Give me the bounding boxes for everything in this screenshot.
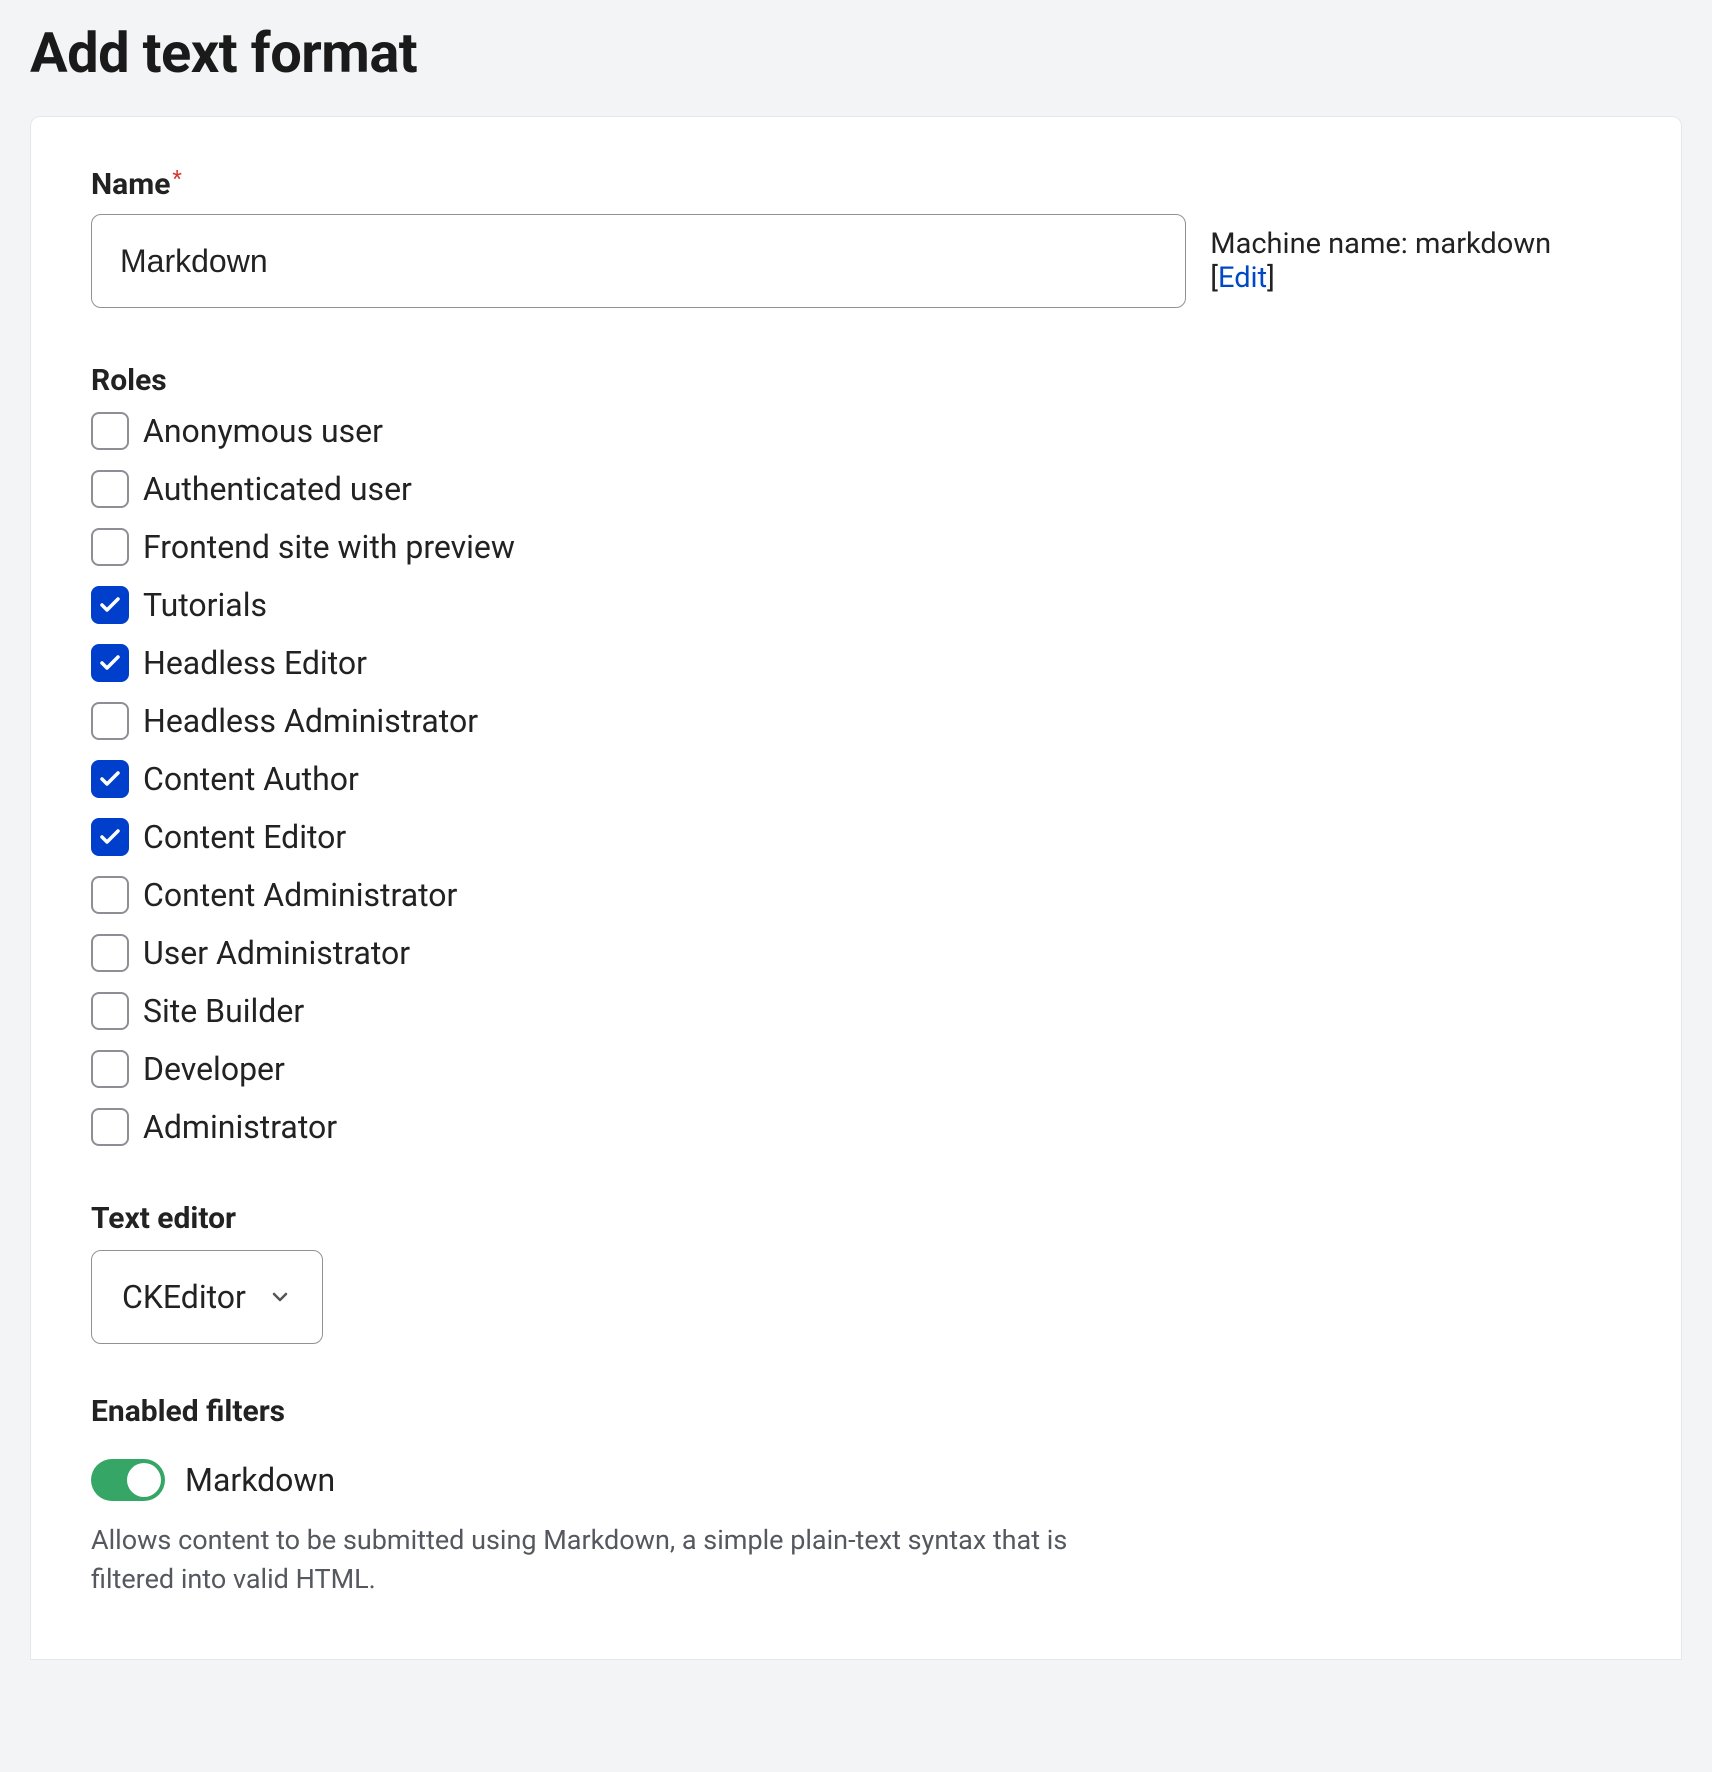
role-checkbox[interactable]	[91, 760, 129, 798]
role-checkbox[interactable]	[91, 702, 129, 740]
role-checkbox[interactable]	[91, 528, 129, 566]
role-label[interactable]: Administrator	[143, 1108, 337, 1146]
role-checkbox[interactable]	[91, 992, 129, 1030]
text-editor-label: Text editor	[91, 1201, 1621, 1236]
role-row: Headless Editor	[91, 644, 1621, 682]
machine-name-bracket-close: ]	[1267, 261, 1275, 295]
page-title: Add text format	[30, 20, 1682, 86]
role-label[interactable]: User Administrator	[143, 934, 410, 972]
name-label-text: Name	[91, 167, 170, 202]
role-label[interactable]: Tutorials	[143, 586, 267, 624]
role-label[interactable]: Content Author	[143, 760, 359, 798]
filter-description: Allows content to be submitted using Mar…	[91, 1521, 1091, 1599]
role-row: Content Editor	[91, 818, 1621, 856]
chevron-down-icon	[268, 1285, 292, 1309]
role-row: Content Author	[91, 760, 1621, 798]
role-checkbox[interactable]	[91, 412, 129, 450]
role-row: Tutorials	[91, 586, 1621, 624]
role-checkbox[interactable]	[91, 1050, 129, 1088]
role-row: Frontend site with preview	[91, 528, 1621, 566]
role-checkbox[interactable]	[91, 818, 129, 856]
role-checkbox[interactable]	[91, 470, 129, 508]
role-label[interactable]: Developer	[143, 1050, 285, 1088]
roles-label: Roles	[91, 363, 1621, 398]
roles-list: Anonymous user Authenticated user Frontend…	[91, 412, 1621, 1146]
machine-name-value: markdown	[1415, 227, 1551, 261]
role-label[interactable]: Site Builder	[143, 992, 304, 1030]
role-label[interactable]: Content Administrator	[143, 876, 457, 914]
role-checkbox[interactable]	[91, 876, 129, 914]
name-label: Name*	[91, 167, 1621, 202]
required-indicator: *	[172, 167, 181, 192]
name-input[interactable]	[91, 214, 1186, 308]
role-row: Anonymous user	[91, 412, 1621, 450]
machine-name-edit-link[interactable]: Edit	[1218, 261, 1267, 295]
form-card: Name* Machine name: markdown [Edit] Role…	[30, 116, 1682, 1660]
role-row: Site Builder	[91, 992, 1621, 1030]
role-row: Authenticated user	[91, 470, 1621, 508]
role-row: Content Administrator	[91, 876, 1621, 914]
role-checkbox[interactable]	[91, 644, 129, 682]
text-editor-select[interactable]: CKEditor	[91, 1250, 323, 1344]
machine-name-prefix: Machine name:	[1210, 227, 1415, 261]
toggle-knob	[127, 1463, 161, 1497]
text-editor-value: CKEditor	[122, 1278, 246, 1316]
role-checkbox[interactable]	[91, 934, 129, 972]
role-label[interactable]: Authenticated user	[143, 470, 412, 508]
filters-list: Markdown Allows content to be submitted u…	[91, 1459, 1621, 1599]
role-checkbox[interactable]	[91, 1108, 129, 1146]
role-label[interactable]: Headless Administrator	[143, 702, 478, 740]
role-label[interactable]: Content Editor	[143, 818, 346, 856]
machine-name-text: Machine name: markdown [Edit]	[1210, 227, 1621, 295]
role-label[interactable]: Anonymous user	[143, 412, 383, 450]
role-checkbox[interactable]	[91, 586, 129, 624]
role-row: Headless Administrator	[91, 702, 1621, 740]
role-row: Developer	[91, 1050, 1621, 1088]
role-label[interactable]: Headless Editor	[143, 644, 367, 682]
role-row: User Administrator	[91, 934, 1621, 972]
filter-toggle[interactable]	[91, 1459, 165, 1501]
role-label[interactable]: Frontend site with preview	[143, 528, 515, 566]
machine-name-bracket: [	[1210, 261, 1218, 295]
filter-label: Markdown	[185, 1461, 335, 1499]
enabled-filters-label: Enabled filters	[91, 1394, 1621, 1429]
role-row: Administrator	[91, 1108, 1621, 1146]
filter-row: Markdown	[91, 1459, 1621, 1501]
